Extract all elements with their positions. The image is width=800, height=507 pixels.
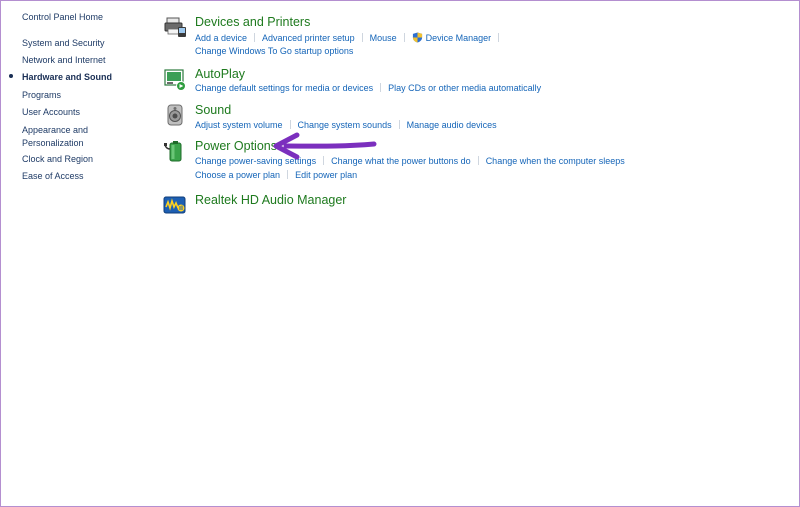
annotation-arrow-icon bbox=[273, 132, 377, 160]
